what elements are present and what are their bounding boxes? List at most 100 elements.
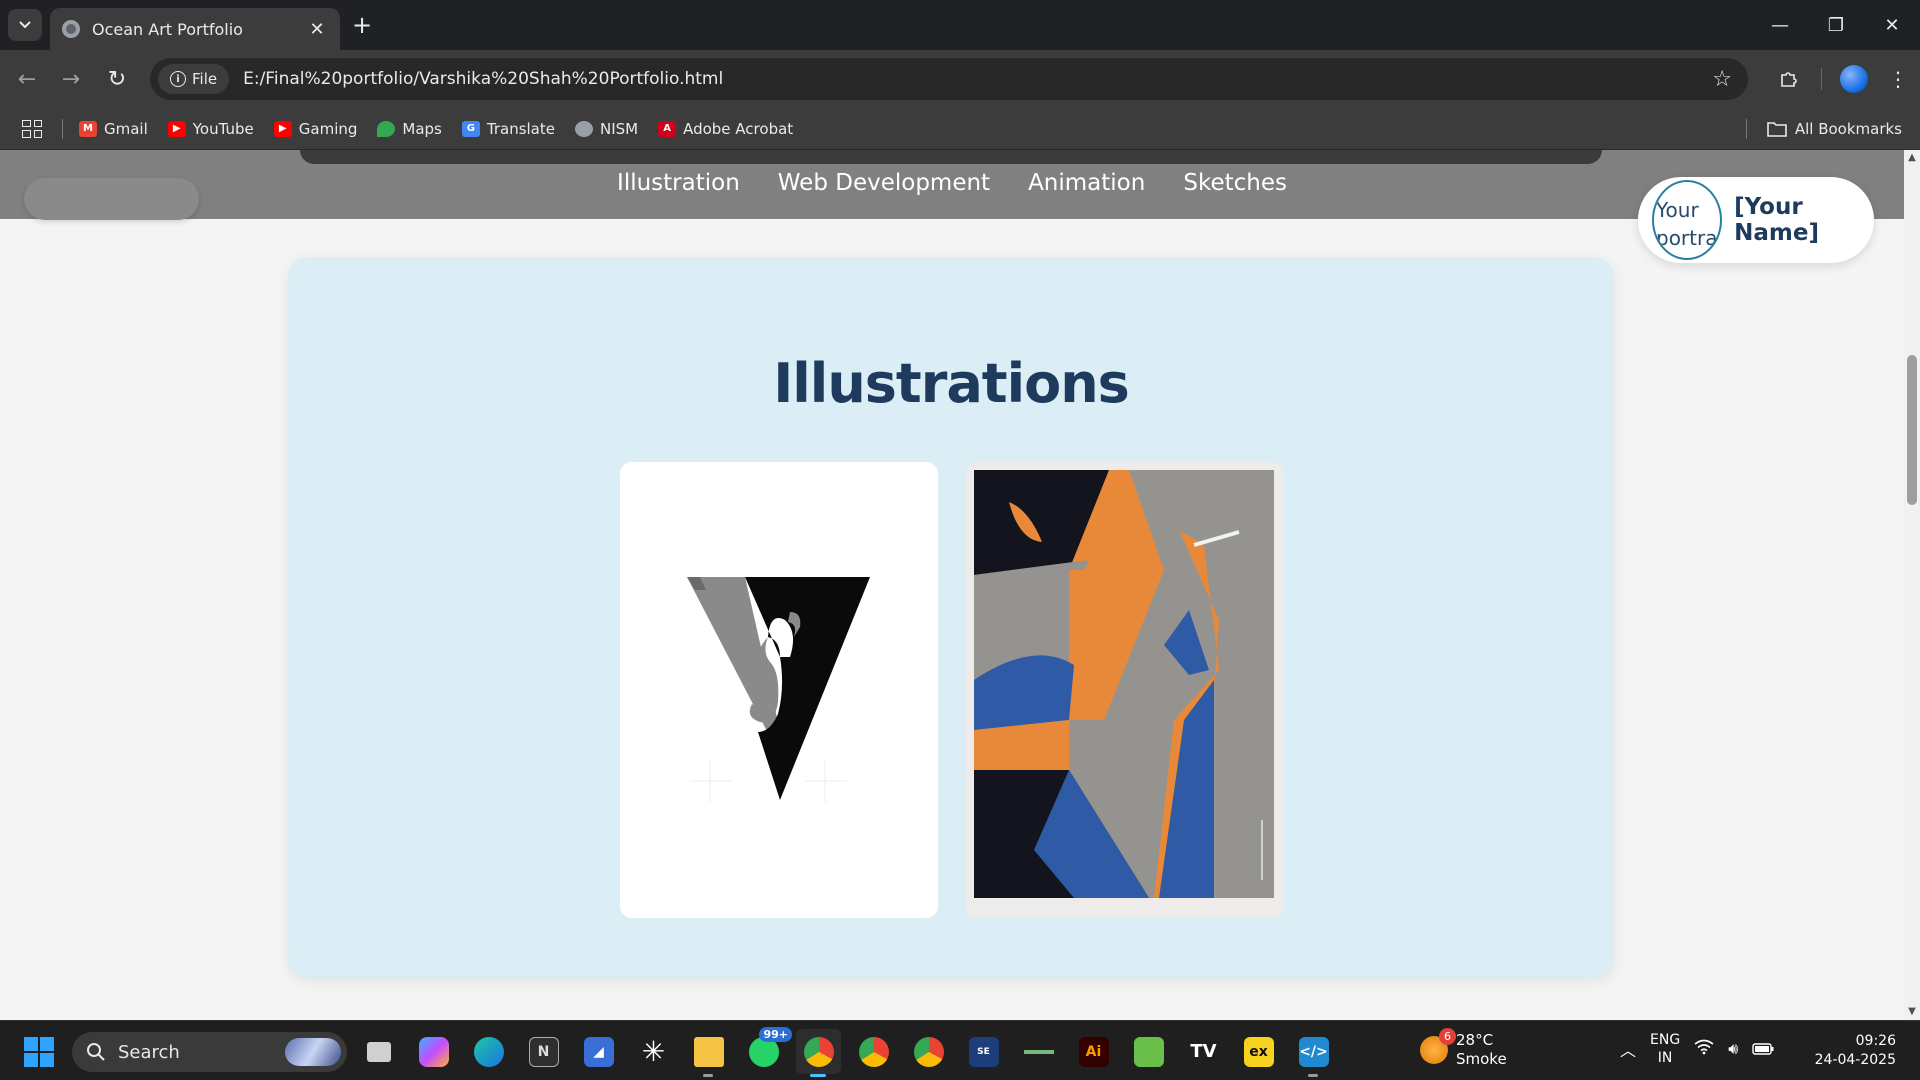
- whatsapp-icon[interactable]: 99+: [741, 1027, 792, 1074]
- avatar: Your portrait: [1652, 180, 1723, 260]
- copilot-icon[interactable]: [411, 1029, 456, 1074]
- edge-icon[interactable]: [466, 1029, 511, 1074]
- restore-button[interactable]: ❐: [1808, 0, 1864, 50]
- extensions-icon[interactable]: [1767, 57, 1811, 101]
- weather-widget[interactable]: 6 28°C Smoke: [1420, 1028, 1507, 1069]
- task-view-icon[interactable]: [356, 1029, 401, 1074]
- scroll-down-arrow-icon[interactable]: ▼: [1904, 1004, 1920, 1020]
- volume-icon[interactable]: 🔊︎: [1728, 1039, 1738, 1059]
- site-info-chip[interactable]: i File: [158, 64, 230, 94]
- profile-name: [Your Name]: [1734, 194, 1819, 246]
- bookmark-maps[interactable]: Maps: [377, 120, 442, 138]
- youtube-gaming-icon: ▶: [273, 120, 292, 137]
- chevron-up-icon[interactable]: ︿: [1620, 1037, 1636, 1061]
- clock[interactable]: 09:26 24-04-2025: [1815, 1032, 1896, 1070]
- temperature: 28°C: [1456, 1031, 1494, 1049]
- section-title: Illustrations: [773, 352, 1130, 415]
- close-window-button[interactable]: ✕: [1864, 0, 1920, 50]
- abstract-figure-artwork: [974, 470, 1274, 898]
- file-chip-label: File: [192, 70, 218, 88]
- bookmark-translate[interactable]: G Translate: [461, 120, 555, 138]
- vertical-scrollbar[interactable]: ▲ ▼: [1904, 150, 1920, 1020]
- search-highlight-image: [285, 1038, 341, 1066]
- bookmark-gaming[interactable]: ▶ Gaming: [273, 120, 357, 138]
- notion-icon[interactable]: N: [521, 1029, 566, 1074]
- search-icon: [87, 1043, 105, 1061]
- nav-sketches[interactable]: Sketches: [1183, 170, 1287, 196]
- search-placeholder: Search: [118, 1041, 180, 1063]
- taskbar-search[interactable]: Search: [72, 1032, 347, 1072]
- close-tab-icon[interactable]: ✕: [306, 19, 328, 40]
- stock-edge-icon[interactable]: SE: [961, 1029, 1006, 1074]
- windows-taskbar: Search N ◢ ✳ 99+ SE Ai TV ex </> 6 28°C …: [0, 1020, 1920, 1080]
- bookmark-youtube[interactable]: ▶ YouTube: [167, 120, 254, 138]
- whiteboard-icon[interactable]: ◢: [576, 1029, 621, 1074]
- nav-animation[interactable]: Animation: [1028, 170, 1145, 196]
- profile-badge[interactable]: Your portrait [Your Name]: [1638, 177, 1874, 263]
- perplexity-icon[interactable]: ✳: [631, 1029, 676, 1074]
- puzzle-icon: [1781, 72, 1797, 87]
- time: 09:26: [1855, 1033, 1896, 1049]
- bookmark-gmail[interactable]: M Gmail: [79, 120, 148, 138]
- illustration-card-abstract[interactable]: [966, 462, 1284, 918]
- youtube-icon: ▶: [167, 120, 186, 137]
- url-text[interactable]: E:/Final%20portfolio/Varshika%20Shah%20P…: [243, 69, 1712, 89]
- tradingview-icon[interactable]: TV: [1181, 1029, 1226, 1074]
- illustration-card-logo[interactable]: [620, 462, 938, 918]
- gmail-icon: M: [79, 120, 97, 137]
- chrome-active-icon[interactable]: [796, 1029, 841, 1077]
- translate-icon: G: [461, 120, 480, 137]
- excalidraw-icon[interactable]: ex: [1236, 1029, 1281, 1074]
- nav-links: Illustration Web Development Animation S…: [0, 170, 1904, 196]
- reload-button[interactable]: ↻: [102, 64, 132, 94]
- weather-icon: 6: [1420, 1028, 1456, 1064]
- battery-icon[interactable]: [1752, 1040, 1774, 1059]
- apps-grid-icon[interactable]: [22, 119, 42, 138]
- maps-icon: [377, 120, 396, 137]
- illustrator-icon[interactable]: Ai: [1071, 1029, 1116, 1074]
- profile-button[interactable]: [1832, 57, 1876, 101]
- window-controls: — ❐ ✕: [1752, 0, 1920, 50]
- nav-illustration[interactable]: Illustration: [617, 170, 740, 196]
- browser-menu-icon[interactable]: ⋮: [1876, 57, 1920, 101]
- back-button[interactable]: ←: [12, 64, 42, 94]
- vscode-icon[interactable]: </>: [1291, 1029, 1336, 1077]
- minimize-button[interactable]: —: [1752, 0, 1808, 50]
- folder-icon: [1767, 122, 1787, 137]
- bookmark-adobe-acrobat[interactable]: A Adobe Acrobat: [658, 120, 793, 138]
- all-bookmarks-button[interactable]: All Bookmarks: [1745, 119, 1902, 139]
- tab-search-button[interactable]: [8, 9, 42, 41]
- language-indicator[interactable]: ENG IN: [1650, 1031, 1680, 1067]
- chrome-icon[interactable]: [851, 1029, 896, 1074]
- bookmarks-separator: [62, 118, 63, 139]
- app-bar-icon[interactable]: [1016, 1029, 1061, 1074]
- scrollbar-thumb[interactable]: [1907, 355, 1917, 505]
- sheets-icon[interactable]: [1126, 1029, 1171, 1074]
- whatsapp-badge: 99+: [759, 1027, 792, 1042]
- wifi-icon[interactable]: [1694, 1039, 1714, 1059]
- bookmark-nism[interactable]: NISM: [574, 120, 638, 138]
- chrome-profile-icon[interactable]: [906, 1029, 951, 1074]
- site-navigation: Illustration Web Development Animation S…: [0, 150, 1904, 220]
- page-viewport: Illustration Web Development Animation S…: [0, 150, 1904, 1020]
- file-explorer-icon[interactable]: [686, 1029, 731, 1077]
- address-bar[interactable]: i File E:/Final%20portfolio/Varshika%20S…: [150, 58, 1748, 100]
- vs-monogram-artwork: [687, 577, 870, 802]
- illustrations-section: Illustrations: [288, 257, 1614, 977]
- weather-condition: Smoke: [1456, 1050, 1507, 1068]
- active-tab[interactable]: Ocean Art Portfolio ✕: [50, 8, 340, 50]
- new-tab-button[interactable]: +: [352, 12, 372, 38]
- tab-title: Ocean Art Portfolio: [92, 19, 243, 39]
- start-button[interactable]: [24, 1037, 54, 1067]
- forward-button[interactable]: →: [56, 64, 86, 94]
- system-tray: ︿ ENG IN 🔊︎: [1620, 1031, 1774, 1067]
- bookmark-star-icon[interactable]: ☆: [1712, 67, 1732, 92]
- profile-avatar: [1840, 65, 1868, 93]
- nav-web-development[interactable]: Web Development: [778, 170, 990, 196]
- globe-icon: [574, 120, 593, 137]
- date: 24-04-2025: [1814, 1052, 1896, 1068]
- chevron-down-icon: [19, 21, 31, 29]
- bookmarks-separator: [1745, 119, 1747, 139]
- scroll-up-arrow-icon[interactable]: ▲: [1904, 150, 1920, 166]
- info-icon: i: [170, 71, 186, 87]
